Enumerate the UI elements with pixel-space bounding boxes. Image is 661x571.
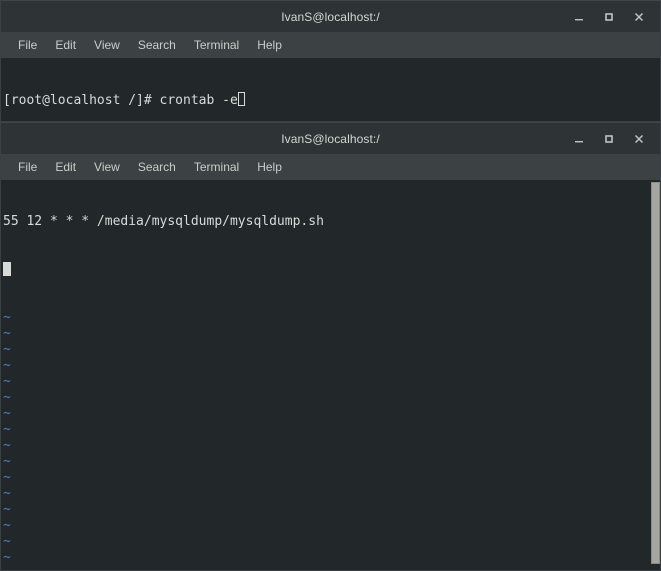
- titlebar-editor[interactable]: IvanS@localhost:/: [0, 122, 661, 154]
- editor-empty-line-marker: ~: [3, 390, 11, 405]
- menu-file[interactable]: File: [9, 158, 46, 176]
- editor-empty-lines: ~~~~~~~~~~~~~~~~~~~~~~~: [3, 310, 660, 570]
- text-cursor: [3, 262, 11, 276]
- menu-help[interactable]: Help: [248, 36, 291, 54]
- editor-empty-line-marker: ~: [3, 486, 11, 501]
- menubar-editor: File Edit View Search Terminal Help: [0, 154, 661, 180]
- close-icon[interactable]: [624, 124, 654, 154]
- menu-file[interactable]: File: [9, 36, 46, 54]
- terminal-window-shell[interactable]: IvanS@localhost:/ File Edit View Search …: [0, 0, 661, 122]
- menu-help[interactable]: Help: [248, 158, 291, 176]
- editor-empty-line-marker: ~: [3, 358, 11, 373]
- menu-terminal[interactable]: Terminal: [185, 158, 248, 176]
- shell-prompt-line: [root@localhost /]# crontab -e: [3, 93, 238, 108]
- menu-search[interactable]: Search: [129, 36, 185, 54]
- editor-empty-line-marker: ~: [3, 518, 11, 533]
- editor-empty-line-marker: ~: [3, 310, 11, 325]
- editor-empty-line-marker: ~: [3, 566, 660, 570]
- editor-empty-line-marker: ~: [3, 502, 11, 517]
- editor-empty-line-marker: ~: [3, 470, 11, 485]
- terminal-window-crontab-editor[interactable]: IvanS@localhost:/ File Edit View Search …: [0, 122, 661, 571]
- crontab-entry-line: 55 12 * * * /media/mysqldump/mysqldump.s…: [3, 214, 660, 230]
- menu-edit[interactable]: Edit: [46, 158, 85, 176]
- editor-empty-line-marker: ~: [3, 374, 11, 389]
- close-icon[interactable]: [624, 2, 654, 32]
- menubar-shell: File Edit View Search Terminal Help: [0, 32, 661, 58]
- editor-empty-line-marker: ~: [3, 342, 11, 357]
- minimize-icon[interactable]: [564, 2, 594, 32]
- maximize-icon[interactable]: [594, 124, 624, 154]
- window-controls-editor: [564, 123, 654, 154]
- editor-cursor-line: [3, 262, 660, 278]
- menu-view[interactable]: View: [85, 158, 129, 176]
- vertical-scrollbar[interactable]: [651, 180, 660, 570]
- menu-search[interactable]: Search: [129, 158, 185, 176]
- titlebar-shell[interactable]: IvanS@localhost:/: [0, 0, 661, 32]
- editor-empty-line-marker: ~: [3, 534, 11, 549]
- terminal-body-editor[interactable]: 55 12 * * * /media/mysqldump/mysqldump.s…: [0, 180, 661, 571]
- crontab-schedule-command: 55 12 * * * /media/mysqldump/mysqldump.s…: [3, 214, 324, 229]
- editor-empty-line-marker: ~: [3, 454, 11, 469]
- editor-empty-line-marker: ~: [3, 438, 11, 453]
- terminal-line: [root@localhost /]# crontab -e: [3, 92, 660, 108]
- window-title-shell: IvanS@localhost:/: [281, 9, 380, 24]
- maximize-icon[interactable]: [594, 2, 624, 32]
- editor-empty-line-marker: ~: [3, 422, 11, 437]
- scrollbar-thumb[interactable]: [651, 182, 660, 564]
- menu-terminal[interactable]: Terminal: [185, 36, 248, 54]
- terminal-body-shell[interactable]: [root@localhost /]# crontab -e: [0, 58, 661, 122]
- editor-empty-line-marker: ~: [3, 550, 11, 565]
- text-cursor: [237, 92, 245, 106]
- window-controls-shell: [564, 1, 654, 32]
- editor-empty-line-marker: ~: [3, 326, 11, 341]
- window-title-editor: IvanS@localhost:/: [281, 131, 380, 146]
- minimize-icon[interactable]: [564, 124, 594, 154]
- editor-text: 55 12 * * * /media/mysqldump/mysqldump.s…: [1, 180, 660, 570]
- menu-view[interactable]: View: [85, 36, 129, 54]
- terminal-text-shell: [root@localhost /]# crontab -e: [1, 58, 660, 121]
- editor-empty-line-marker: ~: [3, 406, 11, 421]
- menu-edit[interactable]: Edit: [46, 36, 85, 54]
